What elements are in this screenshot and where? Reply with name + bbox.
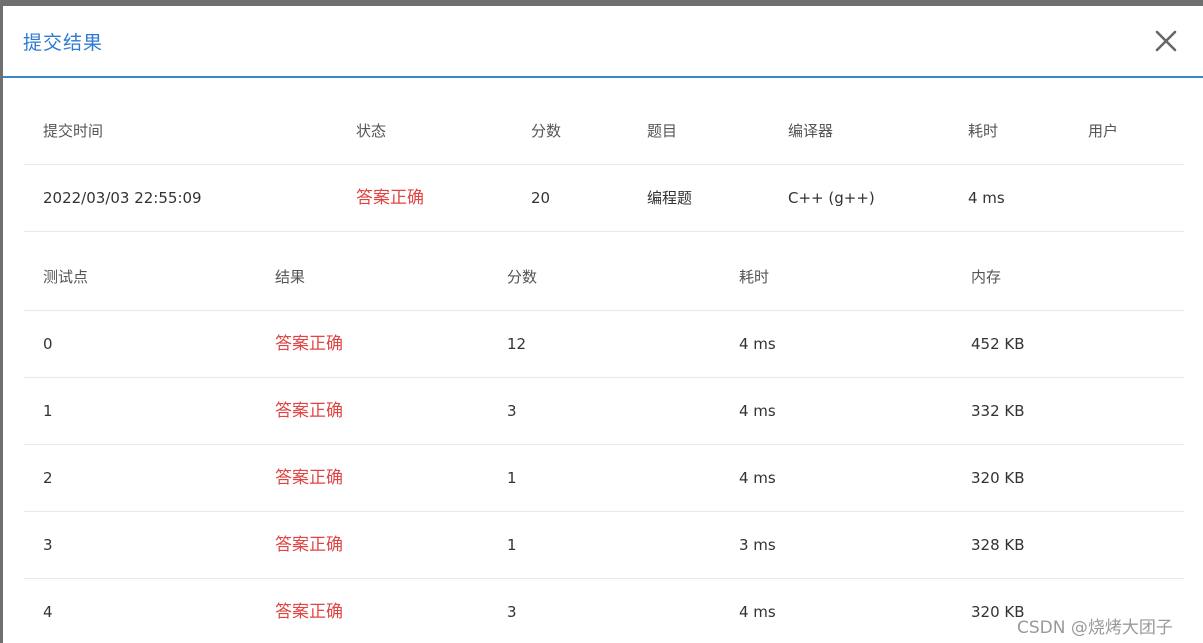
- submission-result-dialog: 提交结果 提交时间 状态 分数 题目 编译器 耗时 用户 2022/03/03 …: [3, 6, 1203, 643]
- testcase-memory: 452 KB: [971, 335, 1025, 353]
- header-score: 分数: [531, 122, 562, 140]
- close-icon: [1155, 30, 1177, 52]
- testcase-time: 3 ms: [739, 536, 776, 554]
- testcase-id: 4: [43, 603, 53, 621]
- testcase-id: 2: [43, 469, 53, 487]
- header-duration: 耗时: [968, 122, 999, 140]
- testcase-id: 3: [43, 536, 53, 554]
- testcase-result: 答案正确: [275, 535, 343, 555]
- testcase-result: 答案正确: [275, 602, 343, 622]
- submission-duration: 4 ms: [968, 189, 1005, 207]
- testcase-header-row: 测试点 结果 分数 耗时 内存: [24, 244, 1184, 311]
- csdn-watermark: CSDN @烧烤大团子: [1017, 618, 1173, 638]
- testcase-id: 1: [43, 402, 53, 420]
- header-memory: 内存: [971, 268, 1002, 286]
- testcase-time: 4 ms: [739, 402, 776, 420]
- testcase-score: 3: [507, 603, 517, 621]
- testcase-memory: 320 KB: [971, 469, 1025, 487]
- testcase-result: 答案正确: [275, 468, 343, 488]
- table-row: 2 答案正确 1 4 ms 320 KB: [24, 445, 1184, 512]
- testcase-time: 4 ms: [739, 603, 776, 621]
- submit-time: 2022/03/03 22:55:09: [43, 189, 202, 207]
- submission-table: 提交时间 状态 分数 题目 编译器 耗时 用户 2022/03/03 22:55…: [24, 98, 1184, 232]
- testcase-result: 答案正确: [275, 401, 343, 421]
- table-row: 0 答案正确 12 4 ms 452 KB: [24, 311, 1184, 378]
- testcase-table: 测试点 结果 分数 耗时 内存 0 答案正确 12 4 ms 452 KB 1 …: [24, 244, 1184, 643]
- header-compiler: 编译器: [788, 122, 834, 140]
- submission-status: 答案正确: [356, 188, 424, 208]
- testcase-memory: 332 KB: [971, 402, 1025, 420]
- submission-row: 2022/03/03 22:55:09 答案正确 20 编程题 C++ (g++…: [24, 165, 1184, 232]
- testcase-time: 4 ms: [739, 469, 776, 487]
- testcase-memory: 328 KB: [971, 536, 1025, 554]
- header-result: 结果: [275, 268, 306, 286]
- dialog-title: 提交结果: [23, 32, 104, 54]
- dialog-header: 提交结果: [3, 6, 1203, 78]
- close-button[interactable]: [1153, 28, 1179, 54]
- testcase-score: 3: [507, 402, 517, 420]
- submission-score: 20: [531, 189, 551, 207]
- header-submit-time: 提交时间: [43, 122, 104, 140]
- testcase-score: 1: [507, 536, 517, 554]
- submission-problem: 编程题: [647, 189, 693, 207]
- submission-header-row: 提交时间 状态 分数 题目 编译器 耗时 用户: [24, 98, 1184, 165]
- header-tc-score: 分数: [507, 268, 538, 286]
- testcase-score: 12: [507, 335, 527, 353]
- testcase-time: 4 ms: [739, 335, 776, 353]
- header-status: 状态: [356, 122, 387, 140]
- header-testcase: 测试点: [43, 268, 89, 286]
- submission-compiler: C++ (g++): [788, 189, 875, 207]
- testcase-result: 答案正确: [275, 334, 343, 354]
- table-row: 3 答案正确 1 3 ms 328 KB: [24, 512, 1184, 579]
- header-tc-time: 耗时: [739, 268, 770, 286]
- header-problem: 题目: [647, 122, 678, 140]
- table-row: 1 答案正确 3 4 ms 332 KB: [24, 378, 1184, 445]
- testcase-score: 1: [507, 469, 517, 487]
- testcase-id: 0: [43, 335, 53, 353]
- header-user: 用户: [1088, 122, 1119, 140]
- table-row: 4 答案正确 3 4 ms 320 KB: [24, 579, 1184, 643]
